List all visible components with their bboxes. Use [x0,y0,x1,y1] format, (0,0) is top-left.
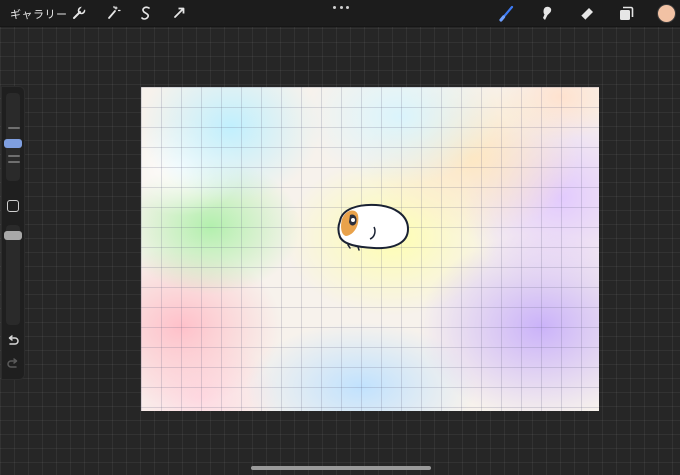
more-options-icon[interactable] [333,4,349,10]
left-sidebar [1,86,25,380]
dot [339,5,343,9]
modify-square-icon[interactable] [7,200,19,212]
undo-icon[interactable] [6,334,20,348]
opacity-handle[interactable] [4,231,22,240]
top-toolbar: ギャラリー [0,0,680,27]
redo-icon[interactable] [6,357,20,371]
slider-tick [8,161,20,163]
selection-icon[interactable] [137,4,155,22]
opacity-slider[interactable] [6,225,20,325]
color-picker-swatch[interactable] [657,4,676,23]
eraser-icon[interactable] [578,4,596,22]
guinea-pig-drawing [328,201,412,253]
home-indicator[interactable] [251,466,431,470]
gallery-button[interactable]: ギャラリー [10,6,68,22]
layers-icon[interactable] [617,4,635,22]
dot [333,5,336,9]
brush-size-handle[interactable] [4,139,22,148]
drawing-canvas[interactable] [141,87,599,411]
brush-icon[interactable] [498,4,516,22]
dot [346,5,349,9]
transform-arrow-icon[interactable] [170,4,188,22]
slider-tick [8,155,20,157]
slider-tick [8,127,20,129]
wrench-icon[interactable] [70,4,88,22]
smudge-icon[interactable] [538,4,556,22]
brush-size-slider[interactable] [6,93,20,181]
magic-wand-icon[interactable] [104,4,122,22]
